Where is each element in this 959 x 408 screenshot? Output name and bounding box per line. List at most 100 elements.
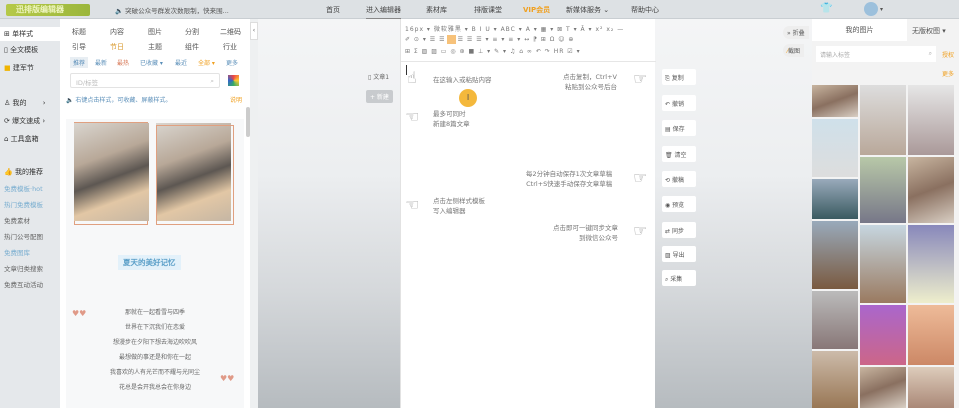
category-image[interactable]: 图片 [148, 27, 162, 37]
announcement[interactable]: 🔈 突破公众号群发次数限制，快来围... [115, 5, 229, 15]
search-icon[interactable]: ⌕ [210, 77, 214, 86]
screenshot-button[interactable]: ⁄截图 [783, 44, 805, 57]
image-thumbnail[interactable] [812, 221, 858, 289]
doc-tab[interactable]: ▯ 文章1 [368, 72, 389, 81]
sidebar-item-toolbox[interactable]: ⌂ 工具盒箱 [4, 134, 39, 144]
preview-button[interactable]: ◉ 预览 [662, 196, 696, 212]
image-thumbnail[interactable] [812, 85, 858, 117]
recommend-item[interactable]: 热门免费模板 [4, 199, 43, 209]
nav-help[interactable]: 帮助中心 [631, 5, 659, 15]
sidebar-item-single-style[interactable]: ⊞ 单样式 [0, 27, 60, 41]
image-thumbnail[interactable] [860, 305, 906, 365]
image-thumbnail[interactable] [908, 367, 954, 408]
sidebar-item-templates[interactable]: ▯ 全文模板 [4, 45, 38, 55]
more-link[interactable]: 更多 [942, 69, 954, 78]
new-doc-button[interactable]: + 新建 [366, 90, 393, 103]
chevron-down-icon[interactable]: ▾ [880, 6, 883, 13]
filter-all[interactable]: 全部 ▾ [198, 58, 215, 67]
nav-courses[interactable]: 排版课堂 [474, 5, 502, 15]
hand-right-icon: ☞ [633, 168, 648, 187]
filter-recommend[interactable]: 推荐 [70, 57, 89, 68]
recommend-item[interactable]: 热门公号配图 [4, 231, 43, 241]
nav-materials[interactable]: 素材库 [426, 5, 447, 15]
filter-recent[interactable]: 最近 [175, 58, 187, 67]
label: 单样式 [12, 30, 34, 38]
category-guide[interactable]: 引导 [72, 42, 86, 52]
nav-editor[interactable]: 进入编辑器 [366, 5, 401, 20]
category-industry[interactable]: 行业 [223, 42, 237, 52]
editor[interactable]: 16px ▾ 微软雅黑 ▾ B I U ▾ ABC ▾ A ▾ ▦ ▾ ⊠ T … [400, 19, 656, 408]
label: 建军节 [12, 64, 34, 72]
style-search-input[interactable]: ID/标签 ⌕ [70, 73, 220, 88]
tab-my-images[interactable]: 我的图片 [812, 19, 907, 41]
export-button[interactable]: ▨ 导出 [662, 246, 696, 262]
nav-vip[interactable]: VIP会员 [523, 5, 550, 15]
align-center-active[interactable] [447, 35, 456, 44]
recommend-item[interactable]: 文章归类搜索 [4, 263, 43, 273]
filter-hot[interactable]: 最热 [117, 58, 129, 67]
template-preview[interactable]: 夏天的美好记忆 ♥♥ ♥♥ 那就在一起看雪与四季 世界在下沉我们在恋爱 想漫步在… [66, 119, 244, 408]
poem-line: 想漫步在夕阳下想去海边吹吹风 [112, 339, 197, 346]
recommend-item[interactable]: 免费图库 [4, 247, 30, 257]
image-thumbnail[interactable] [812, 179, 858, 219]
image-thumbnail[interactable] [812, 291, 858, 349]
photo [74, 123, 149, 221]
image-thumbnail[interactable] [908, 305, 954, 365]
collect-button[interactable]: ⌕ 采集 [662, 270, 696, 286]
image-search-input[interactable]: 请输入标签 ⌕ [816, 46, 936, 62]
sidebar-item-viral[interactable]: ⟳ 爆文速成 › [4, 116, 45, 126]
recommend-item[interactable]: 免费素材 [4, 215, 30, 225]
poem-line: 我喜欢的人有光芒而不耀与光同尘 [109, 369, 200, 376]
color-palette-icon[interactable] [228, 75, 239, 86]
recommend-item[interactable]: 免费互动活动 [4, 279, 43, 289]
category-theme[interactable]: 主题 [148, 42, 162, 52]
skin-shirt-icon[interactable]: 👕 [820, 3, 832, 14]
scrollbar[interactable] [246, 107, 250, 137]
save-button[interactable]: ▤ 保存 [662, 120, 696, 136]
image-thumbnail[interactable] [908, 85, 954, 155]
tab-free-images[interactable]: 无版权图 ▾ [912, 26, 946, 36]
tip-text: 右键点击样式，可收藏、屏蔽样式。 [75, 97, 172, 104]
avatar[interactable] [864, 2, 878, 16]
collapse-panel-button[interactable]: ‹ [250, 22, 258, 40]
category-qrcode[interactable]: 二维码 [220, 27, 241, 37]
sidebar-item-mine[interactable]: ♙ 我的 › [4, 98, 46, 108]
recommend-item[interactable]: 免费模板·hot [4, 183, 43, 193]
category-title[interactable]: 标题 [72, 27, 86, 37]
clear-button[interactable]: 🗑 清空 [662, 146, 696, 162]
filter-favorites[interactable]: 已收藏 ▾ [140, 58, 163, 67]
category-divider[interactable]: 分割 [185, 27, 199, 37]
sidebar-item-festival[interactable]: ■ 建军节 [4, 63, 34, 73]
tip-link[interactable]: 说明 [230, 95, 242, 104]
logo[interactable]: 迅排版编辑器 [6, 4, 90, 16]
category-content[interactable]: 内容 [110, 27, 124, 37]
undo-button[interactable]: ↶ 撤销 [662, 95, 696, 111]
category-festival[interactable]: 节日 [110, 42, 124, 52]
fold-button[interactable]: » 折叠 [783, 26, 809, 39]
image-thumbnail[interactable] [812, 351, 858, 408]
label: 截图 [788, 48, 801, 55]
left-sidebar: ⊞ 单样式 ▯ 全文模板 ■ 建军节 ♙ 我的 › ⟳ 爆文速成 › ⌂ 工具盒… [0, 19, 60, 408]
toolbar-row[interactable]: 16px ▾ 微软雅黑 ▾ B I U ▾ ABC ▾ A ▾ ▦ ▾ ⊠ T … [405, 24, 624, 33]
sync-button[interactable]: ⇄ 同步 [662, 222, 696, 238]
category-component[interactable]: 组件 [185, 42, 199, 52]
filter-latest[interactable]: 最新 [95, 58, 107, 67]
image-thumbnail[interactable] [908, 225, 954, 303]
image-thumbnail[interactable] [908, 157, 954, 223]
hint-line: Ctrl+S快速手动保存文章草稿 [526, 180, 613, 188]
revert-button[interactable]: ⟲ 撤稿 [662, 171, 696, 187]
image-thumbnail[interactable] [812, 119, 858, 177]
authorize-link[interactable]: 授权 [942, 50, 954, 59]
image-thumbnail[interactable] [860, 225, 906, 303]
filter-more[interactable]: 更多 [226, 58, 238, 67]
image-thumbnail[interactable] [860, 367, 906, 408]
nav-home[interactable]: 首页 [326, 5, 340, 15]
image-thumbnail[interactable] [860, 157, 906, 223]
toolbar-row[interactable]: ✐ ⊙ ▾ ☰ ☰ ☰ ☰ ☰ ☰ ▾ ≡ ▾ ≡ ▾ ↔ ⁋ ⊞ Ω ☺ ⊕ [405, 36, 574, 45]
toolbar-row[interactable]: ⊞ Σ ▨ ▨ ▭ ◎ ⊛ ■ ⊥ ▾ ✎ ▾ ♫ ⌂ ∞ ↶ ↷ HR ☑ ▾ [405, 48, 581, 57]
search-icon[interactable]: ⌕ [929, 50, 932, 58]
hint: 点击复制，Ctrl+V 粘贴到公众号后台 [563, 72, 617, 92]
image-thumbnail[interactable] [860, 85, 906, 155]
nav-media-services[interactable]: 新媒体服务 ⌄ [566, 5, 609, 15]
copy-button[interactable]: ⎘ 复制 [662, 69, 696, 85]
